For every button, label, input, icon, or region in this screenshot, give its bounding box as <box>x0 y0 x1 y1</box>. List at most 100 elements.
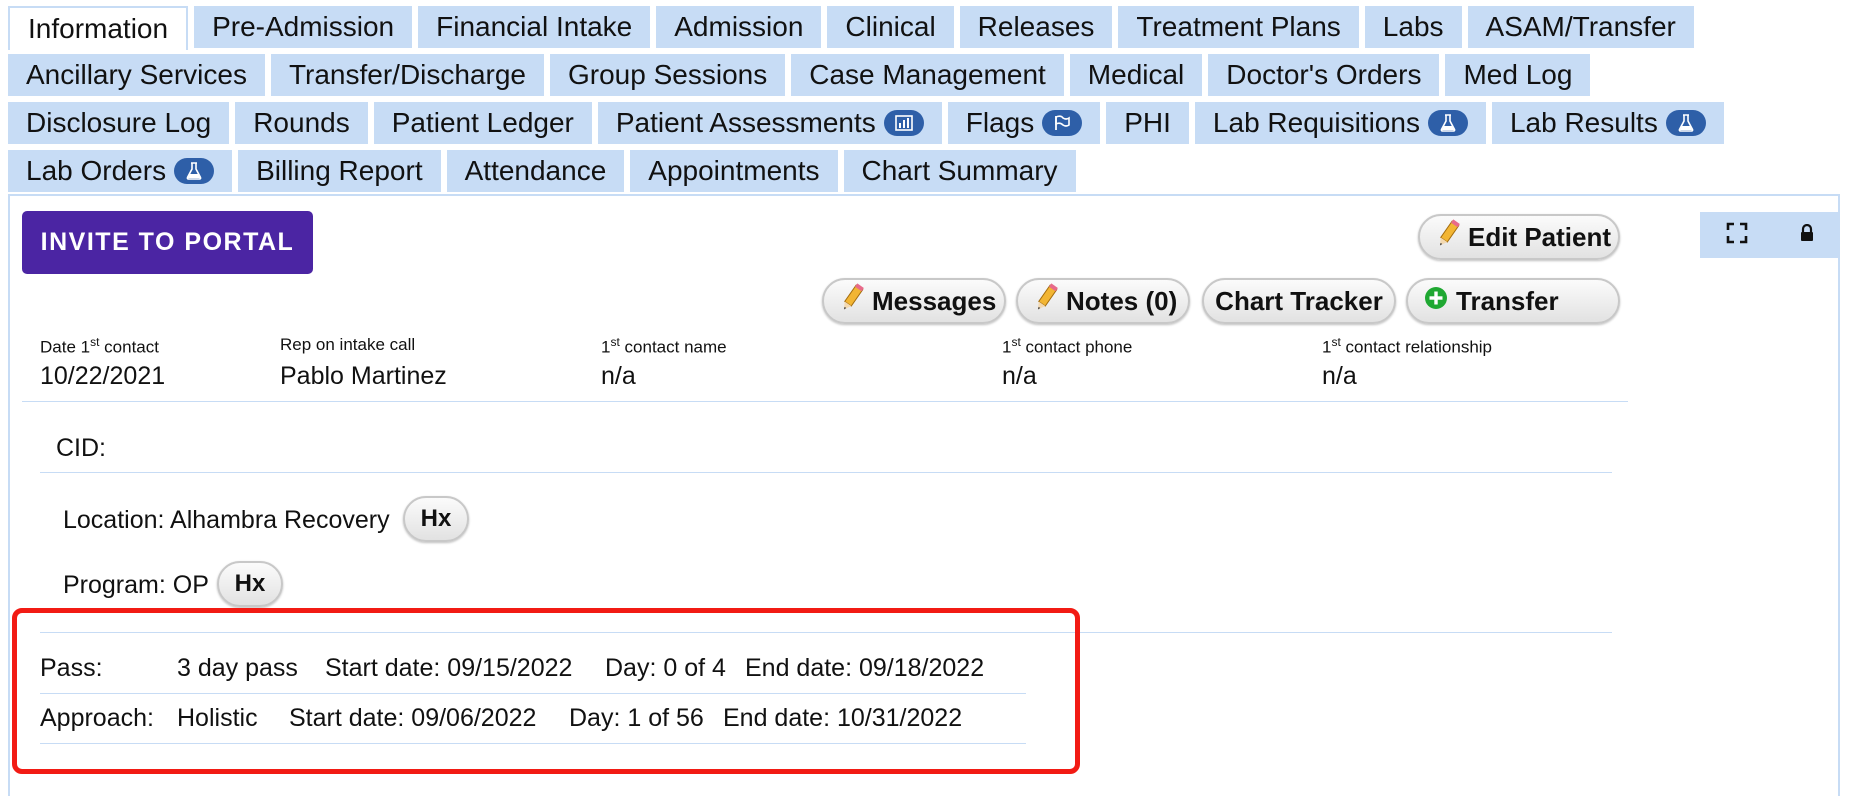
tab-admission[interactable]: Admission <box>656 6 822 48</box>
invite-to-portal-button[interactable]: INVITE TO PORTAL <box>22 211 313 274</box>
tab-label: Chart Summary <box>861 155 1058 186</box>
tab-asam-transfer[interactable]: ASAM/Transfer <box>1467 6 1694 48</box>
tab-case-management[interactable]: Case Management <box>791 54 1064 96</box>
program-label: Program: <box>63 571 166 599</box>
first-contact-name-label: 1st contact name <box>601 335 727 357</box>
tab-label: Lab Requisitions <box>1212 107 1420 138</box>
tab-labs[interactable]: Labs <box>1364 6 1462 48</box>
tab-label: Flags <box>965 107 1035 138</box>
tab-label: Disclosure Log <box>26 107 212 138</box>
lock-icon[interactable] <box>1799 223 1815 247</box>
first-contact-phone-label: 1st contact phone <box>1002 335 1133 357</box>
tab-label: Information <box>28 13 169 44</box>
location-label: Location: <box>63 506 165 534</box>
flask-icon <box>174 158 215 184</box>
tab-label: Pre-Admission <box>212 11 395 42</box>
tab-phi[interactable]: PHI <box>1106 102 1189 144</box>
tab-appointments[interactable]: Appointments <box>630 150 838 192</box>
plus-circle-icon <box>1424 286 1448 317</box>
location-value: Alhambra Recovery <box>170 506 390 534</box>
tab-label: PHI <box>1124 107 1171 138</box>
tab-label: Lab Results <box>1509 107 1658 138</box>
expand-icon[interactable] <box>1726 222 1748 249</box>
tab-attendance[interactable]: Attendance <box>446 150 625 192</box>
tab-label: Case Management <box>809 59 1046 90</box>
flag-icon <box>1042 110 1083 136</box>
tab-lab-requisitions[interactable]: Lab Requisitions <box>1194 102 1486 144</box>
tab-ancillary-services[interactable]: Ancillary Services <box>8 54 265 96</box>
tab-financial-intake[interactable]: Financial Intake <box>418 6 651 48</box>
tab-label: Billing Report <box>256 155 423 186</box>
tab-label: Medical <box>1087 59 1185 90</box>
edit-patient-button[interactable]: Edit Patient <box>1418 214 1620 260</box>
tab-lab-results[interactable]: Lab Results <box>1491 102 1724 144</box>
tab-chart-summary[interactable]: Chart Summary <box>843 150 1076 192</box>
tab-transfer-discharge[interactable]: Transfer/Discharge <box>270 54 544 96</box>
patient-chart-page: Information Pre-Admission Financial Intake… <box>0 0 1864 796</box>
tab-label: Appointments <box>648 155 820 186</box>
highlight-box <box>12 608 1080 774</box>
panel-tools <box>1700 212 1840 258</box>
pencil-icon <box>840 282 864 320</box>
tab-disclosure-log[interactable]: Disclosure Log <box>8 102 230 144</box>
first-contact-relationship-label: 1st contact relationship <box>1322 335 1493 357</box>
tab-label: Doctor's Orders <box>1226 59 1422 90</box>
tab-medical[interactable]: Medical <box>1069 54 1203 96</box>
chart-tracker-label: Chart Tracker <box>1215 285 1383 316</box>
notes-button[interactable]: Notes (0) <box>1016 278 1190 324</box>
flask-icon <box>1665 110 1706 136</box>
tab-label: Labs <box>1382 11 1444 42</box>
transfer-label: Transfer <box>1456 285 1559 316</box>
tab-flags[interactable]: Flags <box>947 102 1101 144</box>
tab-row-1: Information Pre-Admission Financial Intake… <box>8 6 1694 50</box>
tab-label: Med Log <box>1463 59 1573 90</box>
flask-icon <box>1427 110 1468 136</box>
tab-pre-admission[interactable]: Pre-Admission <box>194 6 413 48</box>
tab-label: Admission <box>674 11 804 42</box>
program-history-button[interactable]: Hx <box>217 561 283 607</box>
tab-label: Patient Assessments <box>615 107 876 138</box>
tab-label: Financial Intake <box>436 11 633 42</box>
pencil-icon <box>1436 218 1460 256</box>
tab-treatment-plans[interactable]: Treatment Plans <box>1118 6 1359 48</box>
divider <box>22 401 1628 402</box>
messages-label: Messages <box>872 285 997 316</box>
tab-row-3: Disclosure Log Rounds Patient Ledger Patien… <box>8 102 1724 144</box>
tab-rounds[interactable]: Rounds <box>235 102 368 144</box>
tab-lab-orders[interactable]: Lab Orders <box>8 150 233 192</box>
tab-row-4: Lab Orders Billing Report Attendance Appoin… <box>8 150 1076 192</box>
tab-group-sessions[interactable]: Group Sessions <box>550 54 786 96</box>
first-contact-name-value: n/a <box>601 362 636 390</box>
rep-value: Pablo Martinez <box>280 362 447 390</box>
location-history-button[interactable]: Hx <box>403 496 469 542</box>
pencil-icon <box>1034 282 1058 320</box>
notes-label: Notes (0) <box>1066 285 1178 316</box>
tab-billing-report[interactable]: Billing Report <box>238 150 441 192</box>
tab-label: Transfer/Discharge <box>288 59 526 90</box>
chart-icon <box>883 110 924 136</box>
tab-label: Ancillary Services <box>26 59 247 90</box>
tab-label: Lab Orders <box>26 155 167 186</box>
transfer-button[interactable]: Transfer <box>1406 278 1620 324</box>
date-first-contact-label: Date 1st contact <box>40 335 159 357</box>
chart-tracker-button[interactable]: Chart Tracker <box>1202 278 1396 324</box>
tab-doctor-s-orders[interactable]: Doctor's Orders <box>1208 54 1440 96</box>
tab-row-2: Ancillary Services Transfer/Discharge Grou… <box>8 54 1591 96</box>
tab-information[interactable]: Information <box>8 6 189 50</box>
program-value: OP <box>172 571 209 599</box>
tab-med-log[interactable]: Med Log <box>1445 54 1591 96</box>
messages-button[interactable]: Messages <box>822 278 1006 324</box>
tab-releases[interactable]: Releases <box>959 6 1113 48</box>
tab-label: ASAM/Transfer <box>1485 11 1676 42</box>
tab-clinical[interactable]: Clinical <box>827 6 954 48</box>
tab-label: Group Sessions <box>568 59 768 90</box>
divider <box>40 472 1612 473</box>
tab-label: Patient Ledger <box>391 107 574 138</box>
first-contact-phone-value: n/a <box>1002 362 1037 390</box>
tab-patient-ledger[interactable]: Patient Ledger <box>373 102 592 144</box>
tab-patient-assessments[interactable]: Patient Assessments <box>597 102 942 144</box>
tab-label: Treatment Plans <box>1136 11 1341 42</box>
location-row: Location: Alhambra Recovery <box>63 506 390 535</box>
tab-label: Clinical <box>845 11 936 42</box>
program-row: Program: OP <box>63 571 209 600</box>
